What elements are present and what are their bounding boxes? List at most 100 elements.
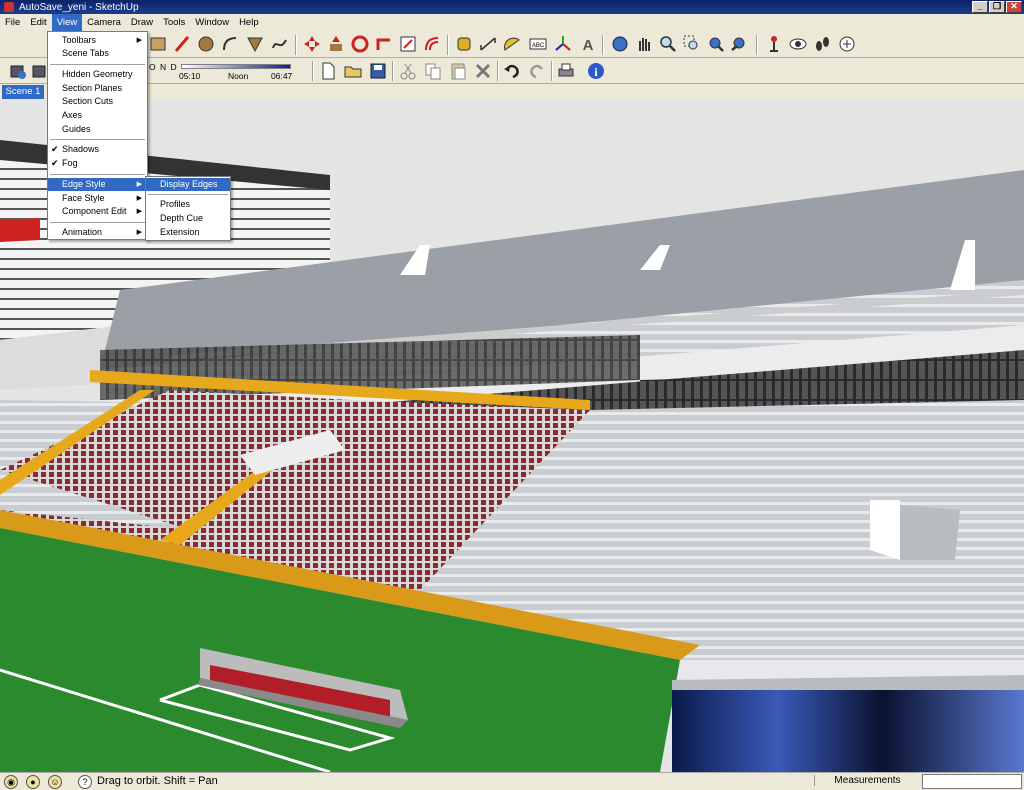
rectangle-icon[interactable] (148, 34, 168, 54)
menu-item-display-edges[interactable]: Display Edges (146, 178, 230, 191)
save-icon[interactable] (368, 61, 388, 81)
follow-me-icon[interactable] (374, 34, 394, 54)
paste-icon[interactable] (448, 61, 468, 81)
sketchup-logo-icon (4, 2, 14, 12)
main-toolbar: ABC A (0, 31, 1024, 58)
orbit-icon[interactable] (610, 34, 630, 54)
offset-icon[interactable] (422, 34, 442, 54)
menu-item-depth-cue[interactable]: Depth Cue (146, 212, 230, 225)
redo-icon[interactable] (527, 61, 547, 81)
menu-help[interactable]: Help (234, 14, 264, 31)
scene-tabs: Scene 1 (0, 84, 1024, 100)
edge-style-submenu: Display Edges Profiles Depth Cue Extensi… (145, 176, 231, 241)
tab-scene-1[interactable]: Scene 1 (2, 85, 44, 99)
window-title: AutoSave_yeni - SketchUp (19, 1, 139, 13)
menu-item-component-edit[interactable]: Component Edit ▶ (48, 205, 147, 218)
scale-icon[interactable] (398, 34, 418, 54)
section-plane-icon[interactable] (837, 34, 857, 54)
3d-text-icon[interactable]: A (578, 34, 598, 54)
menu-item-shadows[interactable]: ✔ Shadows (48, 143, 147, 156)
menu-item-animation[interactable]: Animation ▶ (48, 226, 147, 239)
push-pull-icon[interactable] (326, 34, 346, 54)
window-controls: _ ❐ ✕ (972, 1, 1022, 13)
close-button[interactable]: ✕ (1006, 1, 1022, 13)
zoom-extents-icon[interactable] (706, 34, 726, 54)
status-hint: Drag to orbit. Shift = Pan (97, 775, 218, 787)
menu-window[interactable]: Window (190, 14, 234, 31)
menu-item-scene-tabs[interactable]: Scene Tabs (48, 47, 147, 60)
menu-item-profiles[interactable]: Profiles (146, 198, 230, 211)
submenu-arrow-icon: ▶ (136, 181, 142, 188)
month-label: O N D (149, 62, 178, 72)
previous-view-icon[interactable] (730, 34, 750, 54)
menu-item-face-style[interactable]: Face Style ▶ (48, 192, 147, 205)
status-bar: ◉ ● ☺ ? Drag to orbit. Shift = Pan Measu… (0, 772, 1024, 790)
menu-item-section-cuts[interactable]: Section Cuts (48, 95, 147, 108)
undo-icon[interactable] (502, 61, 522, 81)
submenu-arrow-icon: ▶ (136, 229, 142, 236)
menu-item-edge-style[interactable]: Edge Style ▶ (48, 178, 147, 191)
time-end: 06:47 (271, 71, 293, 81)
print-icon[interactable] (556, 61, 576, 81)
checkmark-icon: ✔ (51, 158, 59, 168)
menu-edit[interactable]: Edit (25, 14, 51, 31)
look-around-icon[interactable] (788, 34, 808, 54)
menu-view[interactable]: View (51, 14, 83, 31)
title-bar: AutoSave_yeni - SketchUp _ ❐ ✕ (0, 0, 1024, 14)
measurements-label: Measurements (814, 775, 920, 786)
zoom-window-icon[interactable] (682, 34, 702, 54)
protractor-icon[interactable] (502, 34, 522, 54)
minimize-button[interactable]: _ (972, 1, 988, 13)
pan-icon[interactable] (634, 34, 654, 54)
menu-item-axes[interactable]: Axes (48, 109, 147, 122)
circle-icon[interactable] (196, 34, 216, 54)
svg-text:A: A (583, 37, 594, 54)
time-start: 05:10 (179, 71, 201, 81)
submenu-arrow-icon: ▶ (136, 195, 142, 202)
shadow-settings[interactable]: O N D 05:10 Noon 06:47 (147, 61, 297, 81)
menu-item-toolbars[interactable]: Toolbars ▶ (48, 34, 147, 47)
menu-tools[interactable]: Tools (158, 14, 190, 31)
freehand-icon[interactable] (270, 34, 290, 54)
zoom-icon[interactable] (658, 34, 678, 54)
menu-draw[interactable]: Draw (126, 14, 158, 31)
time-mid: Noon (228, 71, 249, 81)
user-icon[interactable]: ☺ (48, 775, 62, 789)
menu-item-guides[interactable]: Guides (48, 123, 147, 136)
menu-item-hidden-geometry[interactable]: Hidden Geometry (48, 68, 147, 81)
cut-icon[interactable] (398, 61, 418, 81)
menu-item-section-planes[interactable]: Section Planes (48, 82, 147, 95)
move-icon[interactable] (302, 34, 322, 54)
menu-bar: File Edit View Camera Draw Tools Window … (0, 14, 1024, 31)
new-file-icon[interactable] (318, 61, 338, 81)
menu-item-extension[interactable]: Extension (146, 226, 230, 239)
restore-button[interactable]: ❐ (989, 1, 1005, 13)
checkmark-icon: ✔ (51, 144, 59, 154)
submenu-arrow-icon: ▶ (136, 37, 142, 44)
position-camera-icon[interactable] (764, 34, 784, 54)
menu-file[interactable]: File (0, 14, 25, 31)
menu-item-fog[interactable]: ✔ Fog (48, 157, 147, 170)
help-icon[interactable]: ? (78, 775, 92, 789)
credits-icon[interactable]: ● (26, 775, 40, 789)
rotate-icon[interactable] (350, 34, 370, 54)
measurements-input[interactable] (922, 774, 1022, 789)
view-menu-dropdown: Toolbars ▶ Scene Tabs Hidden Geometry Sec… (47, 31, 148, 240)
polygon-icon[interactable] (245, 34, 265, 54)
axes-icon[interactable] (553, 34, 573, 54)
components-icon[interactable] (8, 61, 28, 81)
open-folder-icon[interactable] (343, 61, 363, 81)
text-icon[interactable]: ABC (528, 34, 548, 54)
dimension-icon[interactable] (478, 34, 498, 54)
tape-measure-icon[interactable] (454, 34, 474, 54)
copy-icon[interactable] (423, 61, 443, 81)
walk-icon[interactable] (812, 34, 832, 54)
geo-location-icon[interactable]: ◉ (4, 775, 18, 789)
pencil-icon[interactable] (172, 34, 192, 54)
arc-icon[interactable] (220, 34, 240, 54)
erase-icon[interactable] (473, 61, 493, 81)
svg-text:ABC: ABC (532, 43, 545, 49)
menu-camera[interactable]: Camera (82, 14, 126, 31)
time-slider[interactable] (181, 64, 291, 69)
model-info-icon[interactable]: i (586, 61, 606, 81)
